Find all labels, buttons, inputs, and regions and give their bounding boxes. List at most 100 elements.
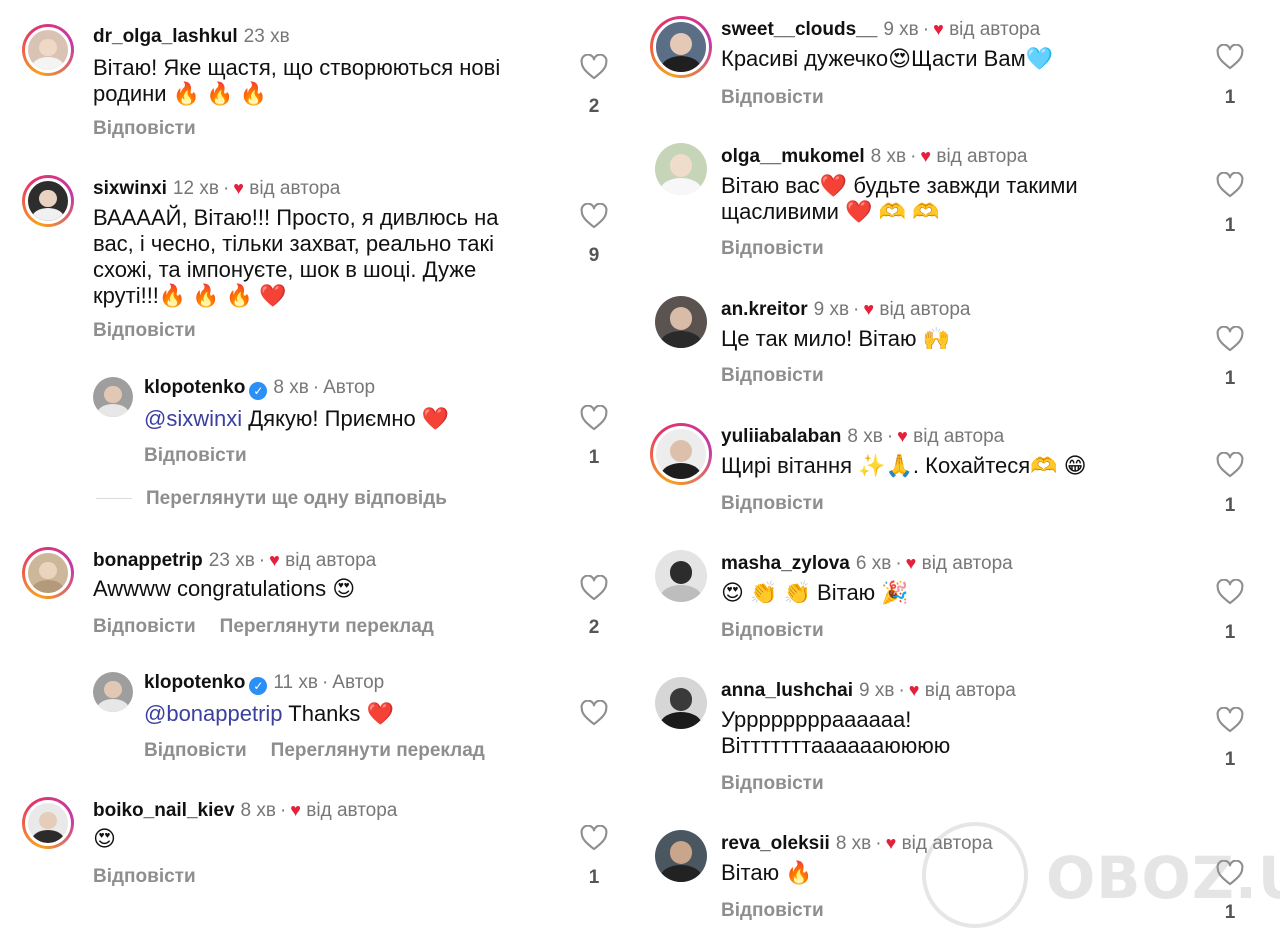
username[interactable]: klopotenko — [144, 377, 245, 398]
comment-line: Це так мило! Вітаю 🙌 — [721, 326, 951, 351]
like-heart-icon[interactable] — [580, 54, 610, 82]
comment-text: @sixwinxi Дякую! Приємно ❤️ — [144, 406, 449, 432]
reply-button[interactable]: Відповісти — [721, 493, 824, 515]
like-heart-icon[interactable] — [1216, 860, 1246, 888]
username[interactable]: sweet__clouds__ — [721, 19, 877, 40]
like-count: 2 — [588, 617, 600, 638]
avatar[interactable] — [93, 672, 133, 712]
comment-line: ВААААЙ, Вітаю!!! Просто, я дивлюсь на — [93, 205, 499, 230]
like-heart-icon[interactable] — [580, 575, 610, 603]
username[interactable]: sixwinxi — [93, 178, 167, 199]
comment-meta: bonappetrip 23 хв · ♥ від автора — [93, 550, 377, 571]
reply-text: Thanks ❤️ — [288, 701, 394, 726]
avatar[interactable] — [655, 677, 707, 729]
heart-icon: ♥ — [885, 833, 897, 853]
avatar[interactable] — [650, 423, 712, 485]
like-heart-icon[interactable] — [1216, 44, 1246, 72]
heart-icon: ♥ — [905, 553, 917, 573]
reply-button[interactable]: Відповісти — [93, 616, 196, 637]
like-heart-icon[interactable] — [580, 405, 610, 433]
comment-line: щасливими ❤️ 🫶 🫶 — [721, 199, 940, 224]
reply-button[interactable]: Відповісти — [144, 445, 247, 467]
like-heart-icon[interactable] — [1216, 172, 1246, 200]
comment-dr-olga-lashkul: dr_olga_lashkul 23 хв Вітаю! Яке щастя, щ… — [22, 24, 622, 144]
reply-button[interactable]: Відповісти — [93, 320, 196, 342]
comment-reva-oleksii: reva_oleksii 8 хв · ♥ від автора Вітаю 🔥 Ві… — [650, 830, 1250, 930]
username[interactable]: boiko_nail_kiev — [93, 800, 235, 821]
translate-button[interactable]: Переглянути переклад — [220, 616, 434, 637]
liked-by-author-label: від автора — [924, 680, 1016, 701]
comment-line: Вітаю! Яке щастя, що створюються нові — [93, 55, 501, 80]
avatar[interactable] — [22, 24, 74, 76]
like-heart-icon[interactable] — [580, 825, 610, 853]
comment-line: 😍 👏 👏 Вітаю 🎉 — [721, 580, 909, 605]
username[interactable]: bonappetrip — [93, 550, 203, 571]
avatar[interactable] — [655, 550, 707, 602]
avatar[interactable] — [655, 296, 707, 348]
like-heart-icon[interactable] — [580, 700, 610, 728]
avatar[interactable] — [655, 830, 707, 882]
avatar[interactable] — [655, 143, 707, 195]
mention-link[interactable]: @bonappetrip — [144, 701, 283, 726]
comment-meta: reva_oleksii 8 хв · ♥ від автора — [721, 833, 993, 854]
reply-button[interactable]: Відповісти — [721, 238, 824, 260]
comment-line: Красиві дужечко😍Щасти Вам🩵 — [721, 46, 1054, 71]
reply-button[interactable]: Відповісти — [93, 866, 196, 888]
comment-an-kreitor: an.kreitor 9 хв · ♥ від автора Це так мило!… — [650, 296, 1250, 396]
avatar[interactable] — [650, 16, 712, 78]
username[interactable]: yuliiabalaban — [721, 426, 841, 447]
comment-line: родини 🔥 🔥 🔥 — [93, 81, 268, 106]
view-more-replies-link[interactable]: Переглянути ще одну відповідь — [146, 488, 447, 510]
username[interactable]: masha_zylova — [721, 553, 850, 574]
avatar[interactable] — [22, 175, 74, 227]
comment-text: Щирі вітання ✨🙏. Кохайтеся🫶 😁 — [721, 453, 1087, 479]
like-count: 1 — [588, 867, 600, 888]
username[interactable]: reva_oleksii — [721, 833, 830, 854]
reply-button[interactable]: Відповісти — [721, 900, 824, 922]
comment-meta: olga__mukomel 8 хв · ♥ від автора — [721, 146, 1028, 167]
username[interactable]: an.kreitor — [721, 299, 808, 320]
username[interactable]: dr_olga_lashkul — [93, 26, 238, 47]
username[interactable]: olga__mukomel — [721, 146, 865, 167]
liked-by-author-label: від автора — [879, 299, 971, 320]
like-heart-icon[interactable] — [580, 203, 610, 231]
timestamp: 11 хв — [273, 672, 318, 693]
heart-icon: ♥ — [897, 426, 908, 446]
reply-button[interactable]: Відповісти — [721, 87, 824, 109]
comment-sixwinxi: sixwinxi 12 хв · ♥ від автора ВААААЙ, Вітаю… — [22, 175, 622, 345]
reply-button[interactable]: Відповісти — [721, 620, 824, 642]
heart-icon: ♥ — [920, 146, 932, 166]
like-heart-icon[interactable] — [1216, 452, 1246, 480]
like-count: 1 — [1224, 215, 1236, 236]
reply-button[interactable]: Відповісти — [93, 118, 196, 140]
comment-text: 😍 👏 👏 Вітаю 🎉 — [721, 580, 909, 606]
avatar[interactable] — [22, 797, 74, 849]
comment-text: Красиві дужечко😍Щасти Вам🩵 — [721, 46, 1053, 72]
comment-line: вас, і чесно, тільки захват, реально так… — [93, 231, 494, 256]
comment-anna-lushchai: anna_lushchai 9 хв · ♥ від автора Урррррррр… — [650, 677, 1250, 797]
timestamp: 9 хв — [883, 19, 919, 40]
username[interactable]: klopotenko — [144, 672, 245, 693]
avatar[interactable] — [93, 377, 133, 417]
divider — [96, 498, 132, 499]
timestamp: 8 хв — [835, 833, 872, 854]
timestamp: 23 хв — [208, 550, 255, 571]
timestamp: 6 хв — [855, 553, 892, 574]
username[interactable]: anna_lushchai — [721, 680, 853, 701]
reply-text: Дякую! Приємно ❤️ — [248, 406, 450, 431]
reply-button[interactable]: Відповісти — [721, 773, 824, 795]
reply-button[interactable]: Відповісти — [721, 365, 824, 387]
liked-by-author-label: від автора — [306, 800, 398, 821]
comment-text: Урррррррраааааа! Вітттттттааааааюююю — [721, 707, 950, 759]
mention-link[interactable]: @sixwinxi — [144, 406, 242, 431]
comment-line: Вітттттттааааааюююю — [721, 733, 951, 758]
liked-by-author-label: від автора — [936, 146, 1028, 167]
like-heart-icon[interactable] — [1216, 579, 1246, 607]
reply-button[interactable]: Відповісти — [144, 740, 247, 761]
translate-button[interactable]: Переглянути переклад — [271, 740, 485, 761]
liked-by-author-label: від автора — [285, 550, 377, 571]
like-heart-icon[interactable] — [1216, 707, 1246, 735]
timestamp: 9 хв — [859, 680, 895, 701]
like-heart-icon[interactable] — [1216, 326, 1246, 354]
avatar[interactable] — [22, 547, 74, 599]
